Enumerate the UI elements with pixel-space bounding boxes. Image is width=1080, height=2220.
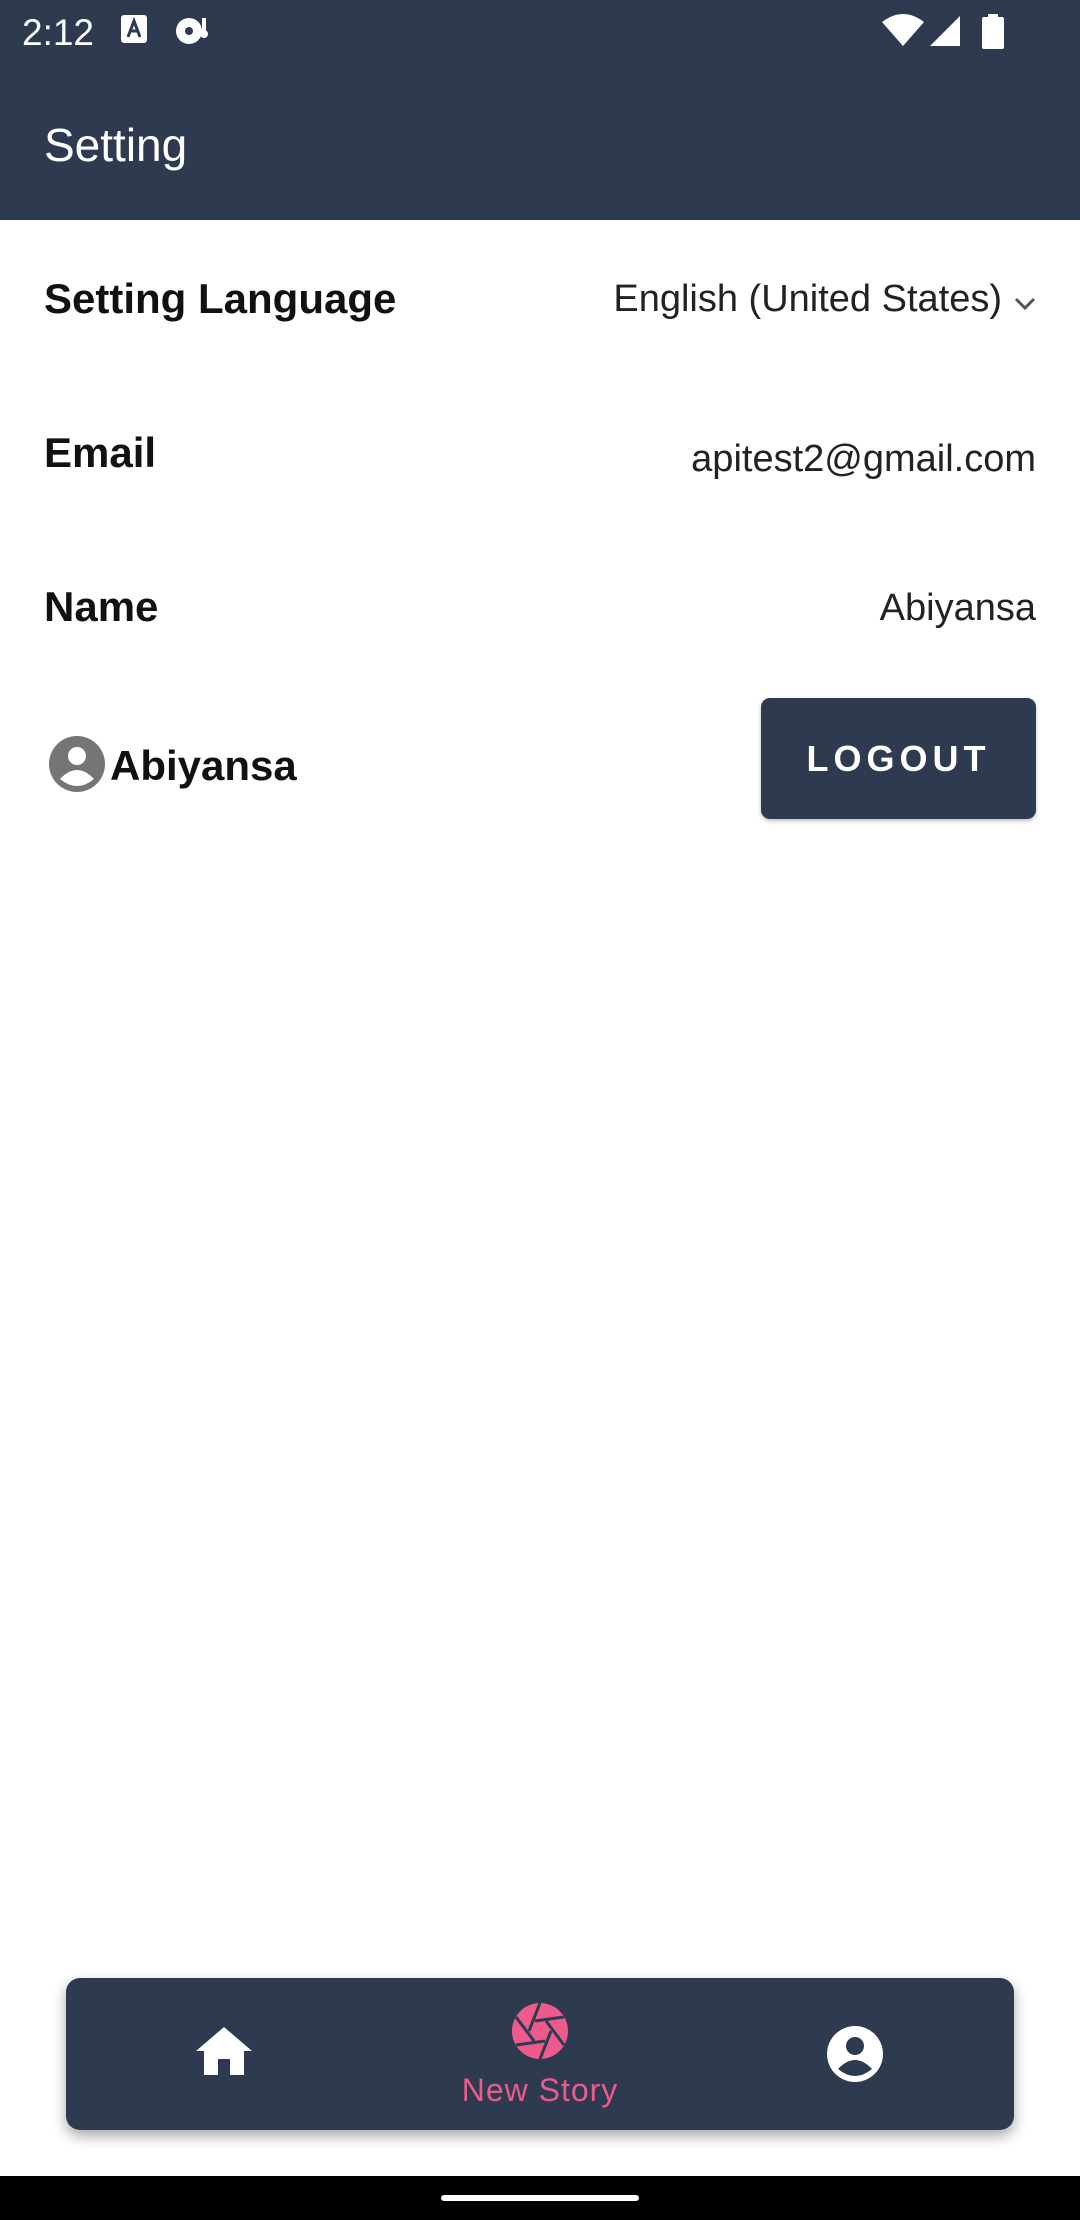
name-value: Abiyansa (879, 587, 1036, 629)
email-value: apitest2@gmail.com (691, 438, 1036, 480)
account-circle-icon (826, 2025, 884, 2088)
status-time: 2:12 (22, 12, 95, 53)
language-label: Setting Language (44, 275, 397, 322)
home-gesture-handle[interactable] (441, 2195, 639, 2201)
media-disc-icon (174, 14, 214, 51)
language-dropdown[interactable]: English (United States) (613, 274, 1036, 324)
nav-item-profile[interactable] (698, 1978, 1014, 2130)
battery-icon (980, 14, 1006, 55)
name-label: Name (44, 583, 159, 630)
camera-shutter-icon (511, 2002, 569, 2065)
profile-summary: Abiyansa (48, 735, 297, 798)
avatar-icon (48, 735, 106, 798)
wifi-icon (882, 14, 924, 53)
bottom-navigation: New Story (66, 1978, 1014, 2130)
profile-username: Abiyansa (110, 742, 297, 789)
nav-label-new-story: New Story (461, 2072, 619, 2108)
gesture-navigation-bar (0, 2176, 1080, 2220)
status-bar: 2:12 (0, 0, 1080, 66)
email-label: Email (44, 429, 157, 476)
nav-item-new-story[interactable]: New Story (382, 1978, 698, 2130)
language-selected-value: English (United States) (613, 277, 1002, 320)
page-title: Setting (44, 119, 188, 171)
home-icon (194, 2025, 254, 2082)
app-bar: Setting (0, 66, 1080, 220)
nav-item-home[interactable] (66, 1978, 382, 2130)
signal-icon (928, 14, 962, 53)
font-a-icon (120, 14, 148, 49)
logout-button[interactable]: LOGOUT (761, 698, 1036, 819)
chevron-down-icon (1014, 278, 1036, 321)
